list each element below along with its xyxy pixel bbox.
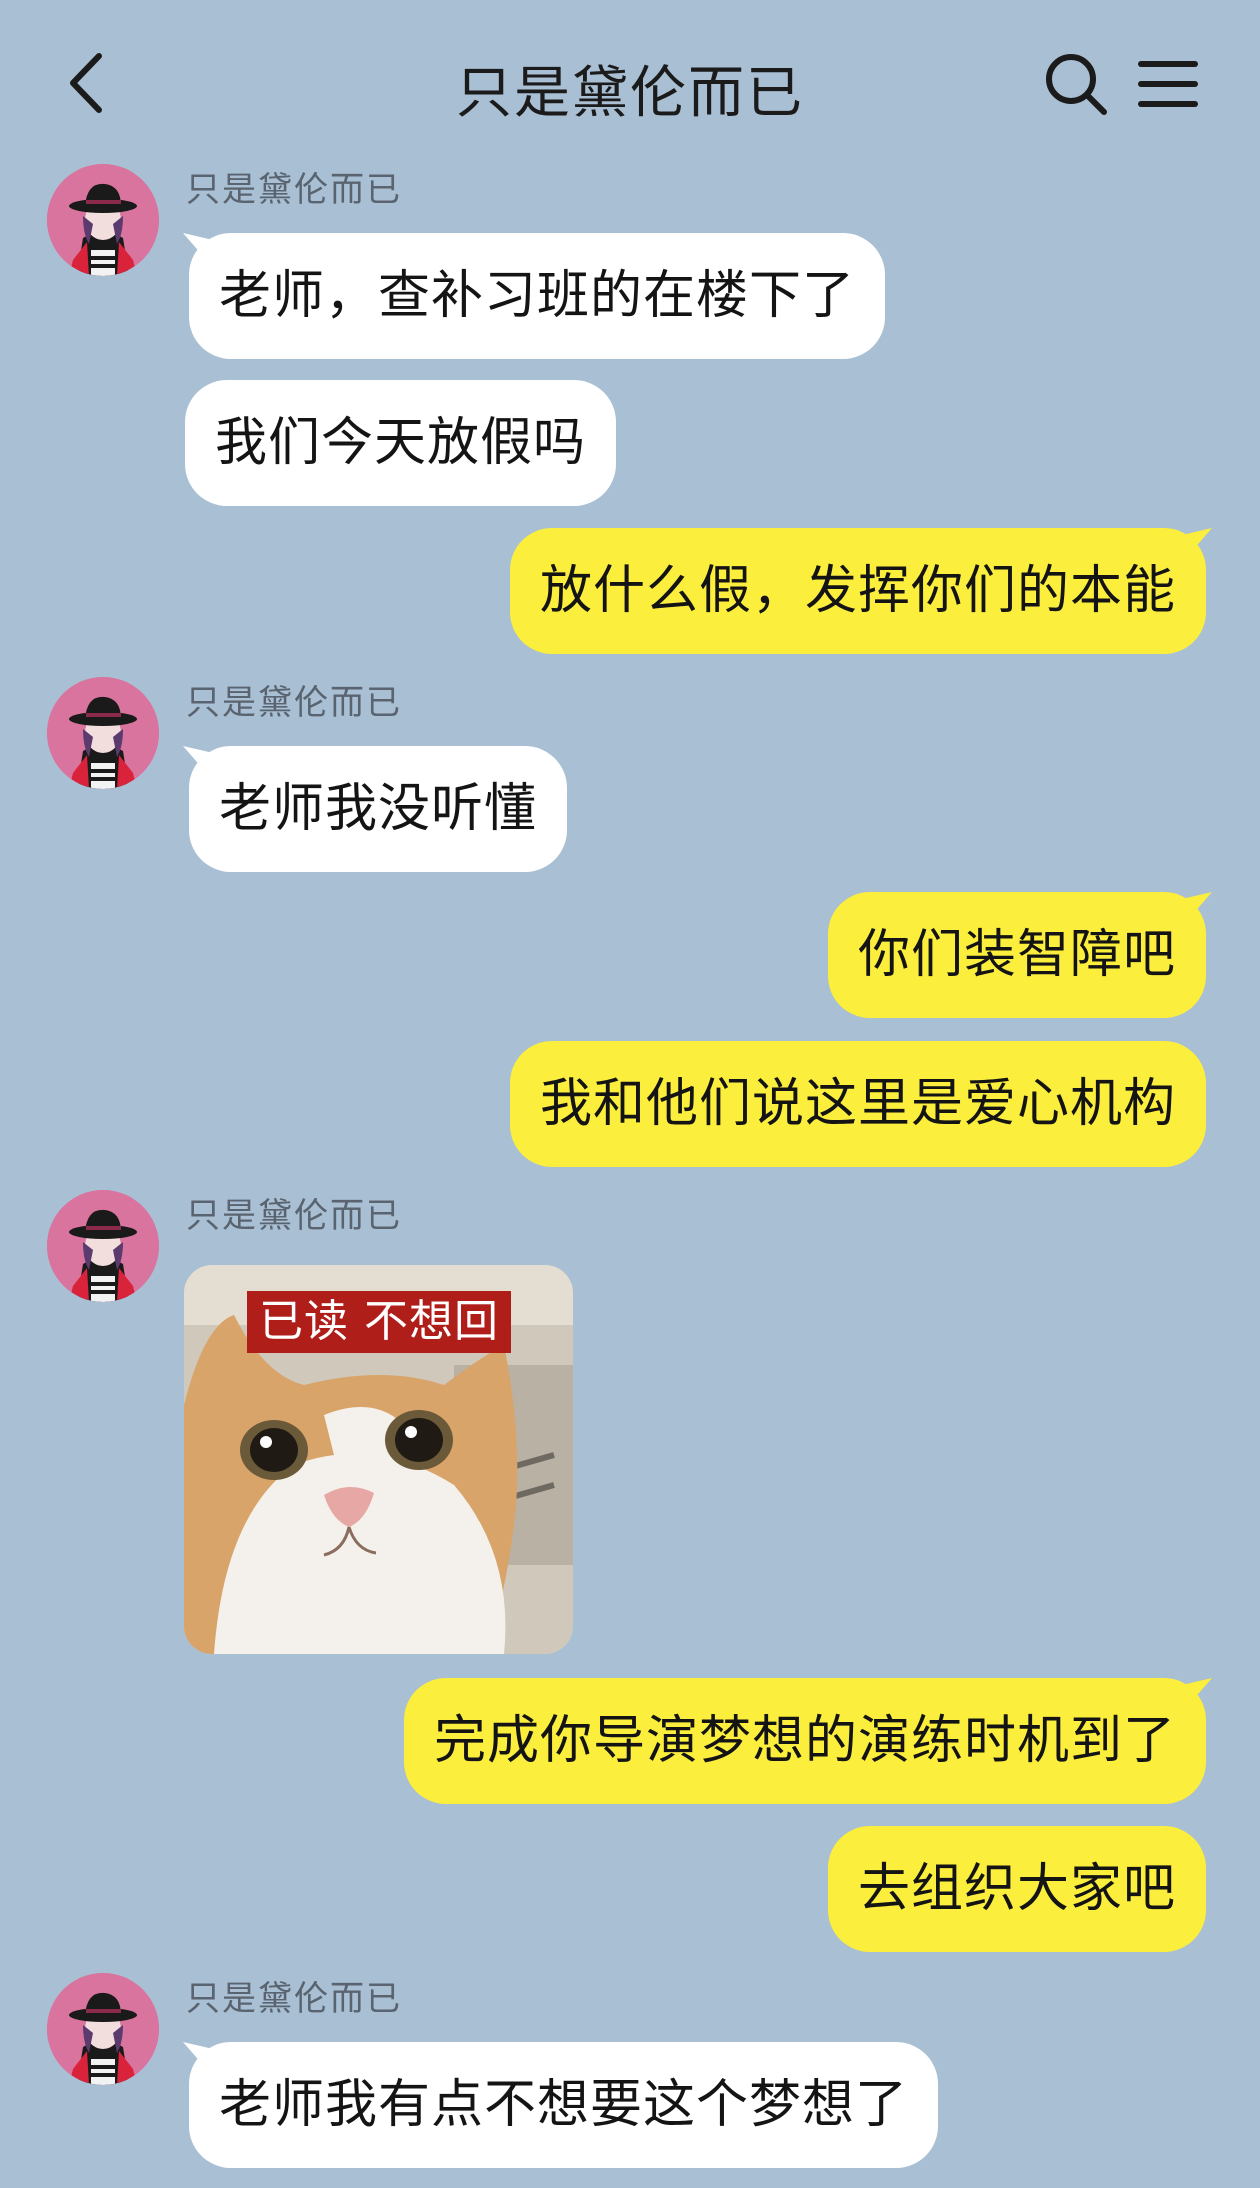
message-bubble[interactable]: 放什么假，发挥你们的本能	[509, 528, 1212, 654]
message-bubble[interactable]: 去组织大家吧	[827, 1826, 1206, 1952]
sticker-caption: 已读 不想回	[247, 1291, 511, 1353]
message-text: 我们今天放假吗	[215, 413, 587, 473]
message-text: 老师我没听懂	[219, 779, 538, 839]
message-text: 老师我有点不想要这个梦想了	[219, 2075, 909, 2135]
search-icon	[1046, 54, 1107, 115]
bubble-tail	[1186, 1678, 1212, 1708]
message-text: 完成你导演梦想的演练时机到了	[433, 1711, 1176, 1771]
sender-name: 只是黛伦而已	[186, 1196, 402, 1236]
message-bubble[interactable]: 你们装智障吧	[827, 892, 1212, 1018]
message-bubble[interactable]: 老师我有点不想要这个梦想了	[183, 2042, 939, 2168]
bubble-tail	[183, 2042, 209, 2072]
sender-name: 只是黛伦而已	[186, 1979, 402, 2019]
avatar-image	[47, 164, 159, 276]
bubble-tail	[1186, 892, 1212, 922]
search-button[interactable]	[1040, 48, 1112, 120]
bubble-tail	[183, 233, 209, 263]
bubble-tail	[1186, 528, 1212, 558]
top-bar: 只是黛伦而已	[0, 0, 1260, 165]
message-text: 你们装智障吧	[857, 925, 1176, 985]
message-bubble[interactable]: 我和他们说这里是爱心机构	[509, 1041, 1206, 1167]
avatar[interactable]	[47, 1190, 159, 1302]
message-text: 去组织大家吧	[857, 1859, 1176, 1919]
avatar[interactable]	[47, 1973, 159, 2085]
avatar[interactable]	[47, 677, 159, 789]
sender-name: 只是黛伦而已	[186, 683, 402, 723]
message-text: 老师，查补习班的在楼下了	[219, 266, 856, 326]
cat-sticker-image[interactable]: 已读 不想回	[184, 1265, 573, 1654]
message-bubble[interactable]: 完成你导演梦想的演练时机到了	[403, 1678, 1212, 1804]
avatar[interactable]	[47, 164, 159, 276]
sender-name: 只是黛伦而已	[186, 170, 402, 210]
message-text: 放什么假，发挥你们的本能	[539, 561, 1176, 621]
bubble-tail	[183, 746, 209, 776]
message-bubble[interactable]: 老师，查补习班的在楼下了	[183, 233, 886, 359]
menu-button[interactable]	[1132, 48, 1204, 120]
message-bubble[interactable]: 老师我没听懂	[183, 746, 568, 872]
hamburger-menu-icon	[1138, 61, 1198, 107]
avatar-image	[47, 1973, 159, 2085]
avatar-image	[47, 677, 159, 789]
message-text: 我和他们说这里是爱心机构	[539, 1074, 1176, 1134]
message-bubble[interactable]: 我们今天放假吗	[185, 380, 617, 506]
avatar-image	[47, 1190, 159, 1302]
